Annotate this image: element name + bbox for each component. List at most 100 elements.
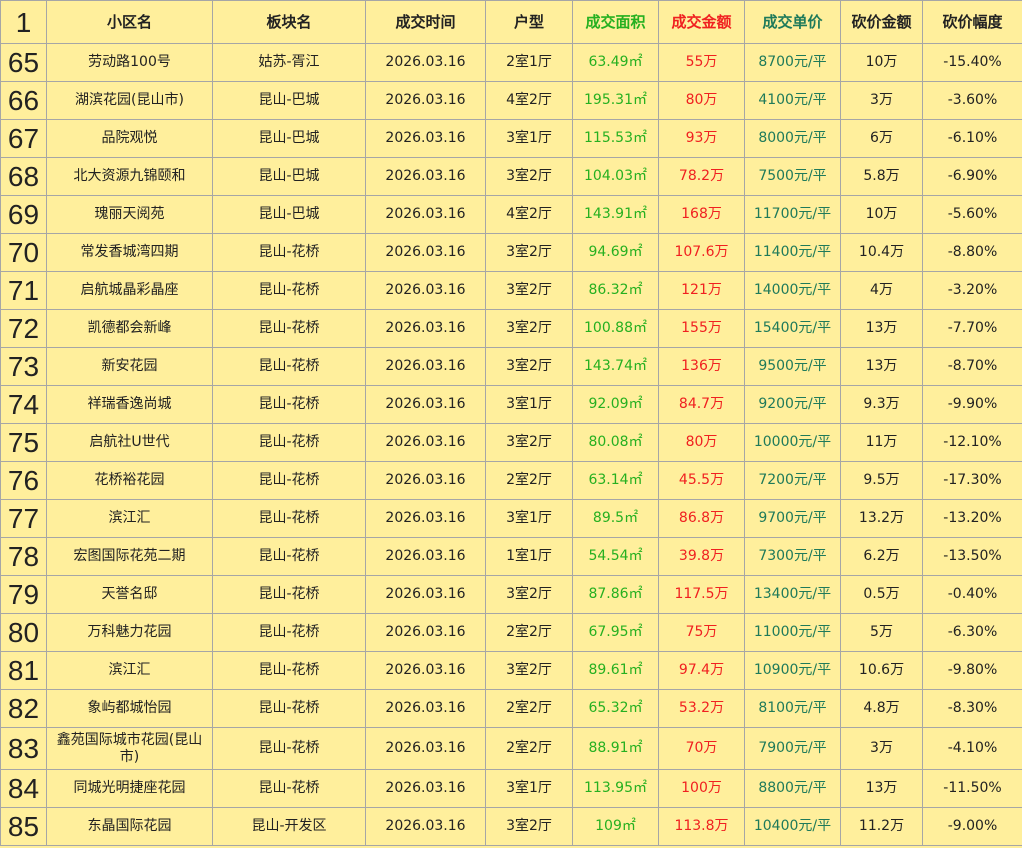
cell-unit-price[interactable]: 8000元/平 bbox=[744, 119, 841, 158]
cell-pct[interactable]: -15.40% bbox=[922, 43, 1022, 82]
cell-price[interactable]: 86.8万 bbox=[658, 499, 745, 538]
cell-area[interactable]: 昆山-巴城 bbox=[212, 81, 366, 120]
cell-name[interactable]: 湖滨花园(昆山市) bbox=[46, 81, 213, 120]
cell-date[interactable]: 2026.03.16 bbox=[365, 423, 486, 462]
cell-cut[interactable]: 4万 bbox=[840, 271, 923, 310]
cell-size[interactable]: 54.54㎡ bbox=[572, 537, 659, 576]
cell-layout[interactable]: 2室2厅 bbox=[485, 613, 573, 652]
cell-size[interactable]: 113.95㎡ bbox=[572, 769, 659, 808]
row-number[interactable]: 72 bbox=[0, 309, 47, 348]
cell-area[interactable]: 昆山-花桥 bbox=[212, 727, 366, 770]
cell-unit-price[interactable]: 8800元/平 bbox=[744, 769, 841, 808]
row-number[interactable]: 84 bbox=[0, 769, 47, 808]
cell-price[interactable]: 53.2万 bbox=[658, 689, 745, 728]
cell-pct[interactable]: -4.10% bbox=[922, 727, 1022, 770]
cell-price[interactable]: 93万 bbox=[658, 119, 745, 158]
cell-layout[interactable]: 3室2厅 bbox=[485, 157, 573, 196]
cell-area[interactable]: 昆山-花桥 bbox=[212, 689, 366, 728]
cell-unit-price[interactable]: 11700元/平 bbox=[744, 195, 841, 234]
cell-layout[interactable]: 3室2厅 bbox=[485, 271, 573, 310]
cell-name[interactable]: 花桥裕花园 bbox=[46, 461, 213, 500]
cell-date[interactable]: 2026.03.16 bbox=[365, 385, 486, 424]
cell-area[interactable]: 昆山-花桥 bbox=[212, 309, 366, 348]
cell-area[interactable]: 昆山-巴城 bbox=[212, 119, 366, 158]
cell-name[interactable]: 东晶国际花园 bbox=[46, 807, 213, 846]
cell-price[interactable]: 155万 bbox=[658, 309, 745, 348]
cell-unit-price[interactable]: 8100元/平 bbox=[744, 689, 841, 728]
cell-area[interactable]: 昆山-花桥 bbox=[212, 461, 366, 500]
cell-layout[interactable]: 3室1厅 bbox=[485, 385, 573, 424]
cell-pct[interactable]: -11.50% bbox=[922, 769, 1022, 808]
row-number[interactable]: 74 bbox=[0, 385, 47, 424]
cell-area[interactable]: 昆山-巴城 bbox=[212, 157, 366, 196]
header-name[interactable]: 小区名 bbox=[46, 0, 213, 44]
cell-layout[interactable]: 2室2厅 bbox=[485, 689, 573, 728]
cell-area[interactable]: 昆山-巴城 bbox=[212, 195, 366, 234]
cell-cut[interactable]: 11万 bbox=[840, 423, 923, 462]
cell-name[interactable]: 鑫苑国际城市花园(昆山市) bbox=[46, 727, 213, 770]
cell-name[interactable]: 常发香城湾四期 bbox=[46, 233, 213, 272]
cell-size[interactable]: 86.32㎡ bbox=[572, 271, 659, 310]
cell-name[interactable]: 同城光明捷座花园 bbox=[46, 769, 213, 808]
cell-pct[interactable]: -6.10% bbox=[922, 119, 1022, 158]
row-number[interactable]: 79 bbox=[0, 575, 47, 614]
header-size[interactable]: 成交面积 bbox=[572, 0, 659, 44]
cell-price[interactable]: 107.6万 bbox=[658, 233, 745, 272]
cell-layout[interactable]: 3室2厅 bbox=[485, 423, 573, 462]
cell-area[interactable]: 昆山-花桥 bbox=[212, 537, 366, 576]
cell-pct[interactable]: -12.10% bbox=[922, 423, 1022, 462]
cell-layout[interactable]: 3室2厅 bbox=[485, 347, 573, 386]
cell-price[interactable]: 100万 bbox=[658, 769, 745, 808]
header-date[interactable]: 成交时间 bbox=[365, 0, 486, 44]
header-layout[interactable]: 户型 bbox=[485, 0, 573, 44]
cell-name[interactable]: 象屿都城怡园 bbox=[46, 689, 213, 728]
cell-unit-price[interactable]: 15400元/平 bbox=[744, 309, 841, 348]
cell-size[interactable]: 115.53㎡ bbox=[572, 119, 659, 158]
row-number[interactable]: 85 bbox=[0, 807, 47, 846]
cell-cut[interactable]: 13万 bbox=[840, 309, 923, 348]
cell-size[interactable]: 89.5㎡ bbox=[572, 499, 659, 538]
cell-pct[interactable]: -9.90% bbox=[922, 385, 1022, 424]
cell-date[interactable]: 2026.03.16 bbox=[365, 689, 486, 728]
cell-price[interactable]: 80万 bbox=[658, 423, 745, 462]
row-number[interactable]: 67 bbox=[0, 119, 47, 158]
cell-layout[interactable]: 3室2厅 bbox=[485, 309, 573, 348]
cell-pct[interactable]: -17.30% bbox=[922, 461, 1022, 500]
cell-cut[interactable]: 4.8万 bbox=[840, 689, 923, 728]
cell-layout[interactable]: 3室1厅 bbox=[485, 769, 573, 808]
cell-date[interactable]: 2026.03.16 bbox=[365, 613, 486, 652]
cell-pct[interactable]: -8.80% bbox=[922, 233, 1022, 272]
cell-unit-price[interactable]: 7900元/平 bbox=[744, 727, 841, 770]
cell-pct[interactable]: -13.20% bbox=[922, 499, 1022, 538]
cell-size[interactable]: 195.31㎡ bbox=[572, 81, 659, 120]
cell-unit-price[interactable]: 4100元/平 bbox=[744, 81, 841, 120]
row-number[interactable]: 80 bbox=[0, 613, 47, 652]
cell-area[interactable]: 昆山-花桥 bbox=[212, 613, 366, 652]
row-number[interactable]: 71 bbox=[0, 271, 47, 310]
cell-layout[interactable]: 3室2厅 bbox=[485, 575, 573, 614]
cell-cut[interactable]: 5万 bbox=[840, 613, 923, 652]
cell-area[interactable]: 昆山-花桥 bbox=[212, 385, 366, 424]
cell-unit-price[interactable]: 11000元/平 bbox=[744, 613, 841, 652]
cell-price[interactable]: 39.8万 bbox=[658, 537, 745, 576]
cell-price[interactable]: 55万 bbox=[658, 43, 745, 82]
cell-size[interactable]: 80.08㎡ bbox=[572, 423, 659, 462]
cell-pct[interactable]: -8.70% bbox=[922, 347, 1022, 386]
cell-price[interactable]: 45.5万 bbox=[658, 461, 745, 500]
cell-price[interactable]: 97.4万 bbox=[658, 651, 745, 690]
cell-cut[interactable]: 11.2万 bbox=[840, 807, 923, 846]
cell-date[interactable]: 2026.03.16 bbox=[365, 347, 486, 386]
cell-date[interactable]: 2026.03.16 bbox=[365, 195, 486, 234]
header-unit-price[interactable]: 成交单价 bbox=[744, 0, 841, 44]
cell-area[interactable]: 昆山-花桥 bbox=[212, 271, 366, 310]
cell-pct[interactable]: -6.30% bbox=[922, 613, 1022, 652]
cell-name[interactable]: 北大资源九锦颐和 bbox=[46, 157, 213, 196]
cell-unit-price[interactable]: 9200元/平 bbox=[744, 385, 841, 424]
cell-name[interactable]: 祥瑞香逸尚城 bbox=[46, 385, 213, 424]
cell-layout[interactable]: 3室2厅 bbox=[485, 807, 573, 846]
cell-layout[interactable]: 2室1厅 bbox=[485, 43, 573, 82]
cell-layout[interactable]: 3室2厅 bbox=[485, 651, 573, 690]
row-number[interactable]: 69 bbox=[0, 195, 47, 234]
cell-price[interactable]: 117.5万 bbox=[658, 575, 745, 614]
cell-cut[interactable]: 3万 bbox=[840, 81, 923, 120]
